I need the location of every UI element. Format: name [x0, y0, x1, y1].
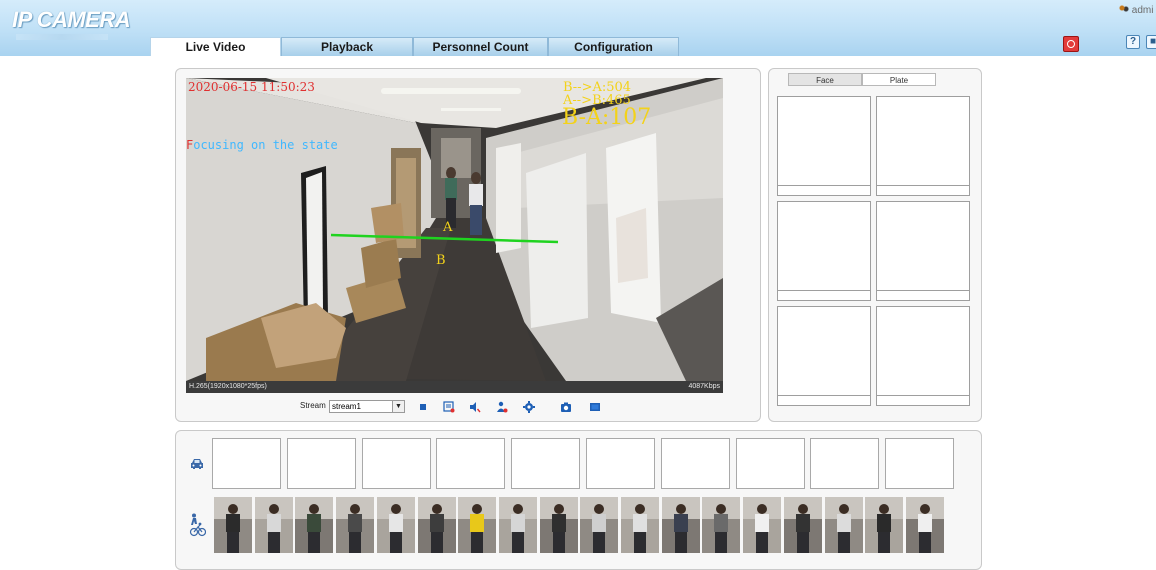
capture-slot[interactable] [876, 96, 970, 196]
fullscreen-icon[interactable] [589, 401, 601, 413]
stream-select-value: stream1 [332, 402, 361, 411]
pedestrian-thumbnail[interactable] [376, 497, 415, 553]
record-icon[interactable] [443, 401, 455, 413]
pedestrian-thumbnail[interactable] [702, 497, 741, 553]
audio-icon[interactable] [469, 401, 481, 413]
vehicle-capture-slot[interactable] [286, 438, 356, 489]
vehicle-capture-slot[interactable] [511, 438, 581, 489]
vehicle-capture-slot[interactable] [212, 438, 281, 489]
tab-face[interactable]: Face [788, 73, 862, 86]
pedestrian-thumbnail[interactable] [661, 497, 700, 553]
talk-icon[interactable] [496, 401, 508, 413]
pedestrian-thumbnail[interactable] [621, 497, 659, 553]
tab-configuration[interactable]: Configuration [548, 37, 679, 56]
pedestrian-thumbnail[interactable] [214, 497, 252, 553]
vehicle-capture-slot[interactable] [885, 438, 955, 489]
tab-personnel-count[interactable]: Personnel Count [413, 37, 548, 56]
capture-slot[interactable] [876, 201, 970, 301]
pedestrian-thumbnail[interactable] [336, 497, 375, 553]
pedestrian-thumbnail[interactable] [824, 497, 863, 553]
vehicle-capture-slot[interactable] [361, 438, 431, 489]
pedestrian-thumbnail[interactable] [458, 497, 497, 553]
alarm-icon[interactable] [1063, 36, 1079, 52]
vehicle-capture-slot[interactable] [436, 438, 506, 489]
count-difference: B-A:107 [562, 105, 652, 130]
capture-slot[interactable] [777, 96, 871, 196]
capture-tabs: Face Plate [788, 73, 936, 86]
focus-text: ocusing on the state [193, 138, 338, 152]
video-timestamp: 2020-06-15 11:50:23 [188, 80, 315, 94]
codec-info: H.265(1920x1080*25fps) [189, 383, 267, 390]
line-label-b: B [436, 253, 446, 268]
logo-subtitle-strip [16, 34, 108, 40]
live-video-view[interactable]: 2020-06-15 11:50:23 Focusing on the stat… [186, 78, 723, 393]
pedestrian-thumbnail[interactable] [539, 497, 578, 553]
chevron-down-icon[interactable]: ▼ [392, 401, 404, 412]
pedestrian-thumbnail[interactable] [254, 497, 293, 553]
vehicle-capture-slot[interactable] [810, 438, 880, 489]
car-icon [191, 459, 203, 469]
app-logo: IP CAMERA [12, 7, 131, 32]
stop-icon[interactable] [417, 401, 429, 413]
stream-select[interactable]: stream1 ▼ [329, 400, 405, 413]
logout-icon[interactable]: ■ [1146, 35, 1156, 49]
tab-playback[interactable]: Playback [281, 37, 413, 56]
vehicle-capture-slot[interactable] [586, 438, 655, 489]
pedestrian-thumbnail[interactable] [295, 497, 334, 553]
pedestrian-thumbnail[interactable] [783, 497, 822, 553]
stream-label: Stream [300, 401, 326, 410]
line-label-a: A [443, 220, 453, 235]
pedestrian-cyclist-icon [189, 513, 206, 537]
bitrate-info: 4087Kbps [688, 383, 720, 390]
username: admi [1131, 5, 1154, 16]
focus-status: Focusing on the state [186, 138, 338, 152]
pedestrian-thumbnail[interactable] [743, 497, 782, 553]
capture-slot[interactable] [777, 306, 871, 406]
pedestrian-thumbnail[interactable] [498, 497, 537, 553]
capture-slot[interactable] [876, 306, 970, 406]
pedestrian-thumbnail[interactable] [905, 497, 944, 553]
tab-live-video[interactable]: Live Video [150, 37, 281, 56]
user-icon [1118, 5, 1129, 14]
settings-icon[interactable] [523, 401, 535, 413]
tab-plate[interactable]: Plate [862, 73, 936, 86]
snapshot-icon[interactable] [560, 401, 572, 413]
vehicle-capture-slot[interactable] [735, 438, 805, 489]
header-bar: IP CAMERA Live Video Playback Personnel … [0, 0, 1156, 56]
vehicle-capture-slot[interactable] [660, 438, 730, 489]
help-icon[interactable]: ? [1126, 35, 1140, 49]
video-status-bar: H.265(1920x1080*25fps) 4087Kbps [186, 381, 723, 393]
capture-slot[interactable] [777, 201, 871, 301]
user-info: admi [1118, 5, 1153, 16]
pedestrian-thumbnail[interactable] [865, 497, 904, 553]
pedestrian-thumbnail[interactable] [417, 497, 456, 553]
pedestrian-thumbnail[interactable] [580, 497, 619, 553]
